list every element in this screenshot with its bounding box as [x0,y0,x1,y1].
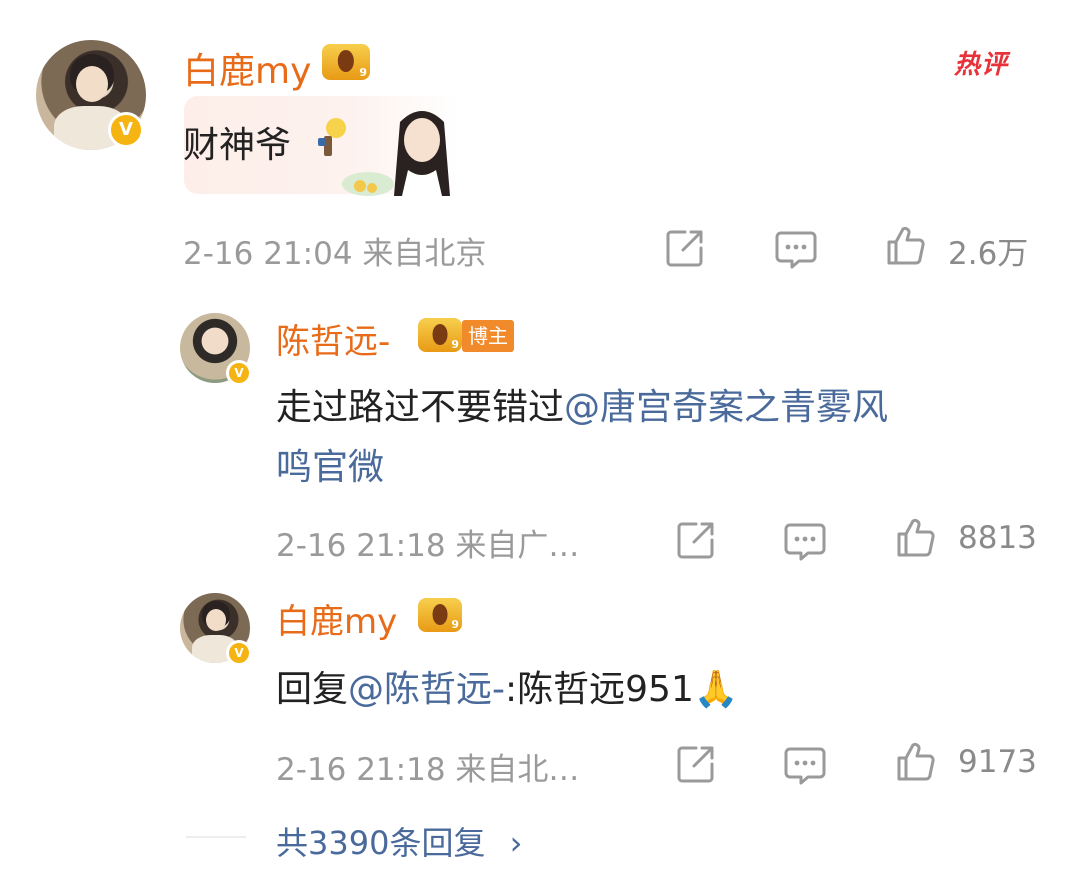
more-replies-label: 共3390条回复 [276,824,486,862]
comment-meta: 2-16 21:04 来自北京 [183,236,487,272]
comment-meta: 2-16 21:18 来自广… [276,528,580,564]
portrait-sticker [342,111,450,196]
more-replies-link[interactable]: 共3390条回复 › [276,818,522,864]
reply-word: 回复 [276,669,349,710]
crown-level: 9 [451,618,459,631]
reply-text: :陈哲远951 [505,669,694,710]
verified-v-icon: V [226,360,252,386]
comment-meta: 2-16 21:18 来自北… [276,752,580,788]
crown-badge-icon: 9 [418,318,462,352]
mention-link-continued[interactable]: 鸣官微 [276,438,384,490]
crown-level: 9 [451,338,459,351]
comment-text: 财神爷 [183,125,292,166]
crown-badge-icon: 9 [322,44,370,80]
hot-comment-tag: 热评 [954,50,1009,80]
thumbs-up-icon[interactable] [886,226,926,266]
divider [186,836,246,838]
verified-v-icon: V [108,112,144,148]
share-icon[interactable] [676,744,716,784]
share-icon[interactable] [665,228,705,268]
verified-v-icon: V [226,640,252,666]
chevron-right-icon: › [509,824,523,862]
mention-link[interactable]: @唐宫奇案之青雾风 [564,387,888,428]
crown-badge-icon: 9 [418,598,462,632]
reply-text: 走过路过不要错过 [276,387,565,428]
username[interactable]: 白鹿my [276,594,397,643]
share-icon[interactable] [676,520,716,560]
username[interactable]: 白鹿my [183,42,311,94]
comment-text: 走过路过不要错过@唐宫奇案之青雾风 [276,378,888,430]
mention-link[interactable]: @陈哲远- [348,669,505,710]
comment-text: 回复@陈哲远-:陈哲远951🙏 [276,660,739,712]
thumbs-up-icon[interactable] [896,518,936,558]
like-count: 9173 [958,744,1037,780]
praying-hands-icon: 🙏 [693,669,739,710]
like-count: 2.6万 [948,236,1029,272]
blogger-badge: 博主 [462,320,514,352]
like-count: 8813 [958,520,1037,556]
username[interactable]: 陈哲远- [276,314,390,363]
comment-icon[interactable] [784,746,826,786]
comment-icon[interactable] [784,522,826,562]
thumbs-up-icon[interactable] [896,742,936,782]
comment-icon[interactable] [775,230,817,270]
crown-level: 9 [359,66,367,79]
